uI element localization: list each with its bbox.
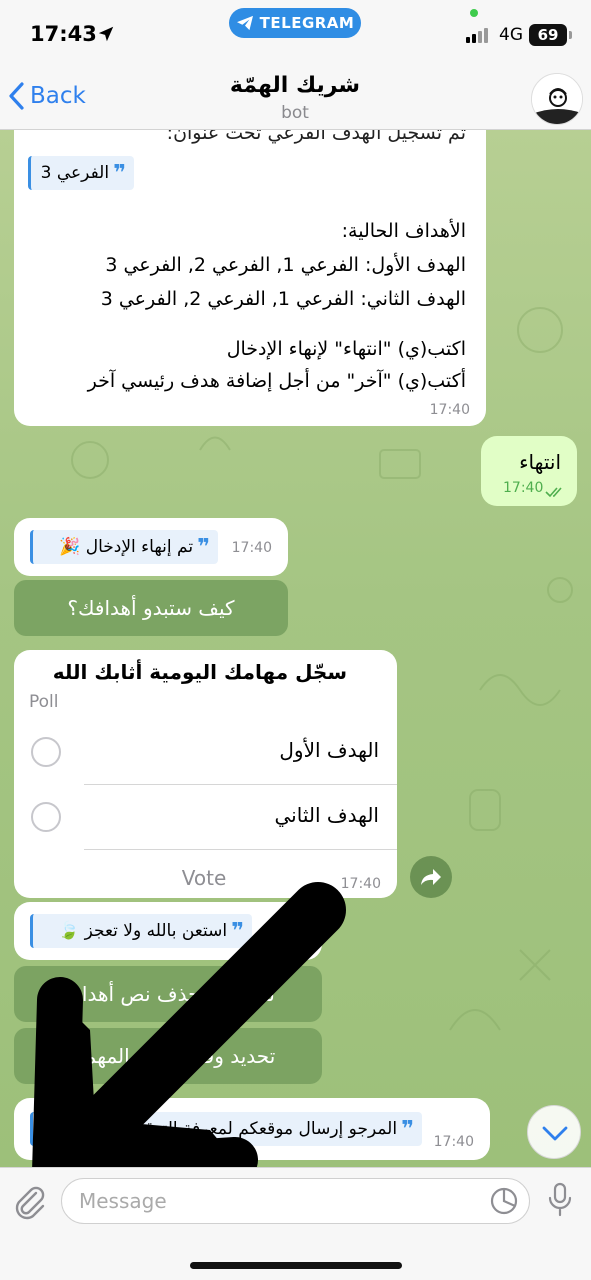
- bot-message-goals-summary: تم تسجيل الهدف الفرعي تحت عنوان: ❞ الفرع…: [14, 130, 486, 426]
- telegram-pill-label: TELEGRAM: [259, 14, 355, 32]
- radio-button[interactable]: [31, 802, 61, 832]
- status-time: 17:43: [30, 22, 97, 46]
- telegram-pill[interactable]: TELEGRAM: [229, 8, 361, 38]
- quoted-location: ❞ المرجو إرسال موقعكم لمعرفة التوقيت الم…: [30, 1112, 422, 1146]
- message-partial-line: تم تسجيل الهدف الفرعي تحت عنوان:: [166, 130, 466, 144]
- bot-message-encourage: ❞ استعن بالله ولا تعجز 🍃: [14, 902, 322, 960]
- forward-button[interactable]: [410, 856, 452, 898]
- status-bar: 17:43 TELEGRAM 4G 69: [0, 0, 591, 55]
- bot-message-input-finished: ❞ تم إنهاء الإدخال 🎉 17:40: [14, 518, 288, 576]
- quoted-location-text: المرجو إرسال موقعكم لمعرفة التوقيت المحل…: [67, 1119, 398, 1139]
- message-time: 17:40: [231, 540, 272, 556]
- quoted-subgoal-text: الفرعي 3: [40, 163, 110, 183]
- user-message-finish: انتهاء 17:40: [481, 436, 577, 506]
- bot-avatar[interactable]: [531, 73, 583, 125]
- quoted-subgoal: ❞ الفرعي 3: [28, 156, 134, 190]
- chat-title[interactable]: شريك الهمّة: [145, 73, 445, 98]
- set-reminder-button[interactable]: تحديد وقت تذكير المهمات: [14, 1028, 322, 1084]
- poll-option-divider: [84, 849, 397, 850]
- network-type: 4G: [499, 25, 523, 45]
- poll-option[interactable]: الهدف الأول: [14, 720, 397, 784]
- back-label: Back: [30, 83, 86, 109]
- paperclip-icon[interactable]: [13, 1184, 47, 1220]
- quote-mark-icon: ❞: [197, 534, 210, 560]
- home-indicator: [190, 1262, 402, 1269]
- quote-mark-icon: ❞: [113, 160, 126, 186]
- message-time: 17:40: [429, 402, 470, 418]
- poll-option-label: الهدف الثاني: [274, 803, 379, 827]
- poll-option[interactable]: الهدف الثاني: [14, 785, 397, 849]
- poll-message: سجّل مهامك اليومية أثابك الله Poll الهدف…: [14, 650, 397, 898]
- poll-title: سجّل مهامك اليومية أثابك الله: [52, 660, 347, 684]
- scroll-down-button[interactable]: [527, 1105, 581, 1159]
- poll-option-label: الهدف الأول: [279, 738, 379, 762]
- forward-arrow-icon: [421, 869, 441, 885]
- battery-icon: 69: [529, 24, 572, 46]
- edit-goals-button[interactable]: تعديل أو حذف نص أهداف: [14, 966, 322, 1022]
- poll-type-label: Poll: [29, 692, 59, 712]
- chat-area[interactable]: تم تسجيل الهدف الفرعي تحت عنوان: ❞ الفرع…: [0, 130, 591, 1167]
- goals-heading: الأهداف الحالية:: [341, 220, 466, 242]
- goals-view-button[interactable]: كيف ستبدو أهدافك؟: [14, 580, 288, 636]
- radio-button[interactable]: [31, 737, 61, 767]
- microphone-icon[interactable]: [546, 1182, 574, 1218]
- chevron-left-icon: [9, 82, 24, 110]
- message-time: 17:40: [503, 480, 544, 496]
- sticker-icon[interactable]: [489, 1186, 519, 1216]
- privacy-indicator-dot: [470, 9, 478, 17]
- quoted-finished: ❞ تم إنهاء الإدخال 🎉: [30, 530, 218, 564]
- location-arrow-icon: [98, 26, 114, 42]
- goal-one-line: الهدف الأول: الفرعي 1, الفرعي 2, الفرعي …: [105, 254, 466, 276]
- bot-avatar-icon: [532, 74, 582, 124]
- telegram-plane-icon: [236, 15, 253, 31]
- quoted-encourage-text: استعن بالله ولا تعجز 🍃: [58, 921, 228, 941]
- goal-two-line: الهدف الثاني: الفرعي 1, الفرعي 2, الفرعي…: [100, 288, 466, 310]
- message-time: 17:40: [433, 1134, 474, 1150]
- back-button[interactable]: Back: [8, 82, 86, 110]
- message-time: 17:40: [340, 876, 381, 892]
- cellular-signal-icon: [466, 27, 488, 43]
- chevron-down-icon: [542, 1126, 568, 1141]
- user-message-text: انتهاء: [519, 450, 561, 474]
- message-input-bar: Message: [0, 1167, 591, 1280]
- quote-mark-icon: ❞: [231, 918, 244, 944]
- quoted-finished-text: تم إنهاء الإدخال 🎉: [59, 537, 194, 557]
- finish-instruction: اكتب(ي) "انتهاء" لإنهاء الإدخال: [226, 338, 466, 360]
- chat-header: Back شريك الهمّة bot: [0, 55, 591, 130]
- double-check-icon: [545, 487, 562, 498]
- quoted-encourage: ❞ استعن بالله ولا تعجز 🍃: [30, 914, 252, 948]
- message-input[interactable]: Message: [61, 1178, 530, 1224]
- vote-button[interactable]: Vote: [164, 866, 244, 890]
- quote-mark-icon: ❞: [401, 1116, 414, 1142]
- chat-subtitle: bot: [281, 103, 309, 123]
- add-goal-instruction: أكتب(ي) "آخر" من أجل إضافة هدف رئيسي آخر: [87, 370, 466, 392]
- bot-message-location: ❞ المرجو إرسال موقعكم لمعرفة التوقيت الم…: [14, 1098, 490, 1160]
